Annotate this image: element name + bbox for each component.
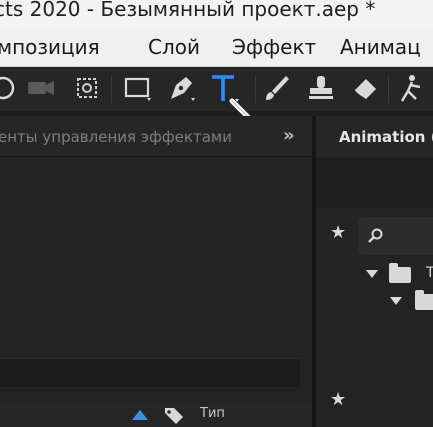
menu-composition[interactable]: мпозиция <box>0 35 100 59</box>
window-title-bar: cts 2020 - Безымянный проект.aep * <box>0 0 433 28</box>
column-header: Тип <box>0 404 312 427</box>
orbit-camera-icon[interactable] <box>0 73 18 103</box>
panel-tab-label[interactable]: Animation ( <box>339 128 433 146</box>
effect-controls-panel: енты управления эффектами » Тип <box>0 116 312 427</box>
menu-effect[interactable]: Эффект <box>232 35 316 59</box>
brush-tool-icon[interactable] <box>262 73 292 103</box>
effects-presets-panel: Animation ( ★ T ★ <box>316 116 433 427</box>
menu-animation[interactable]: Анимац <box>340 35 421 59</box>
rectangle-tool-icon[interactable] <box>122 73 152 103</box>
toolbar-separator <box>255 75 256 103</box>
clone-stamp-icon[interactable] <box>306 73 336 103</box>
menu-layer[interactable]: Слой <box>148 35 200 59</box>
tools-toolbar <box>0 67 433 127</box>
search-input[interactable] <box>358 217 433 255</box>
panel-bottom-strip <box>0 358 300 387</box>
expand-arrow-icon[interactable] <box>366 270 378 278</box>
folder-label[interactable]: T <box>426 265 433 281</box>
sort-ascending-icon[interactable] <box>132 410 148 420</box>
favorite-star-icon[interactable]: ★ <box>330 389 346 410</box>
search-icon <box>368 228 383 243</box>
column-type-label[interactable]: Тип <box>200 406 225 421</box>
favorite-star-icon[interactable]: ★ <box>330 222 346 243</box>
toolbar-separator <box>111 75 112 103</box>
panel-spacer <box>316 158 433 208</box>
camera-dolly-icon[interactable] <box>26 73 56 103</box>
toolbar-separator <box>388 75 389 103</box>
panel-tab[interactable]: Animation ( <box>316 116 433 158</box>
expand-arrow-icon[interactable] <box>390 297 402 305</box>
menu-bar: мпозиция Слой Эффект Анимац <box>0 28 433 67</box>
folder-icon <box>389 263 411 283</box>
pen-tool-icon[interactable] <box>166 73 196 103</box>
panel-title[interactable]: енты управления эффектами <box>0 128 232 146</box>
puppet-pin-icon[interactable] <box>396 73 426 103</box>
pan-behind-icon[interactable] <box>72 73 102 103</box>
panel-header: енты управления эффектами » <box>0 116 312 157</box>
panel-more-button[interactable]: » <box>283 125 295 146</box>
tag-icon[interactable] <box>163 406 185 424</box>
eraser-tool-icon[interactable] <box>350 73 380 103</box>
folder-icon <box>415 290 433 310</box>
window-title: cts 2020 - Безымянный проект.aep * <box>0 0 376 21</box>
